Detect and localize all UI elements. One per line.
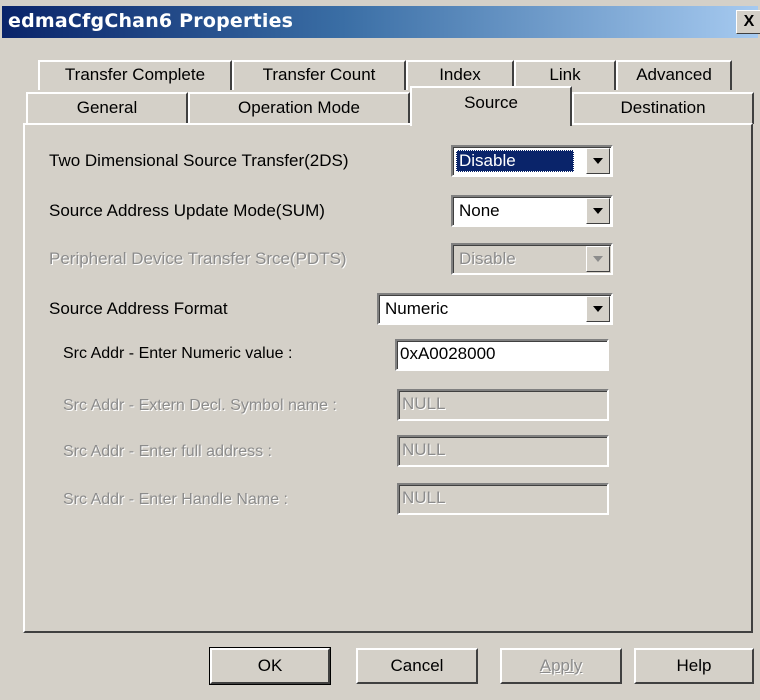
sum-value: None	[459, 201, 500, 220]
tab-label: Index	[439, 65, 481, 84]
properties-dialog: edmaCfgChan6 Properties X Transfer Compl…	[0, 0, 760, 700]
sum-select[interactable]: None	[451, 195, 613, 227]
tab-label: Transfer Complete	[64, 65, 206, 84]
handle-name-input: NULL	[397, 483, 609, 515]
chevron-down-icon[interactable]	[586, 148, 610, 174]
chevron-down-icon[interactable]	[586, 198, 610, 224]
help-button[interactable]: Help	[634, 648, 754, 684]
tab-transfer-count[interactable]: Transfer Count	[232, 60, 406, 90]
tab-operation-mode[interactable]: Operation Mode	[188, 92, 410, 124]
tab-label: Source	[464, 93, 518, 112]
sum-label: Source Address Update Mode(SUM)	[49, 201, 325, 220]
format-select[interactable]: Numeric	[377, 293, 613, 325]
tab-destination[interactable]: Destination	[572, 92, 754, 124]
extern-label: Src Addr - Extern Decl. Symbol name :	[63, 397, 337, 414]
window-title: edmaCfgChan6 Properties	[8, 10, 294, 32]
handle-name-label: Src Addr - Enter Handle Name :	[63, 491, 288, 508]
tab-label: Transfer Count	[262, 65, 376, 84]
format-label: Source Address Format	[49, 299, 228, 318]
tab-label: Advanced	[636, 65, 712, 84]
numeric-address-input[interactable]: 0xA0028000	[395, 339, 609, 371]
title-bar[interactable]: edmaCfgChan6 Properties X	[2, 6, 760, 38]
format-value: Numeric	[385, 299, 449, 318]
close-button[interactable]: X	[736, 10, 760, 34]
close-icon: X	[743, 13, 755, 30]
numeric-label: Src Addr - Enter Numeric value :	[63, 345, 293, 362]
tab-label: Operation Mode	[238, 98, 360, 117]
tab-advanced[interactable]: Advanced	[616, 60, 732, 90]
chevron-down-icon	[586, 246, 610, 272]
tab-transfer-complete[interactable]: Transfer Complete	[38, 60, 232, 90]
chevron-down-icon[interactable]	[586, 296, 610, 322]
full-address-label: Src Addr - Enter full address :	[63, 443, 272, 460]
tab-label: General	[76, 98, 138, 117]
apply-label: Apply	[539, 656, 583, 675]
pdts-select: Disable	[451, 243, 613, 275]
pdts-label: Peripheral Device Transfer Srce(PDTS)	[49, 249, 347, 268]
pdts-value: Disable	[459, 249, 516, 268]
tab-label: Destination	[620, 98, 706, 117]
tab-general[interactable]: General	[26, 92, 188, 124]
two-dim-label: Two Dimensional Source Transfer(2DS)	[49, 151, 349, 170]
full-address-input: NULL	[397, 435, 609, 467]
cancel-button[interactable]: Cancel	[356, 648, 478, 684]
apply-button: Apply	[500, 648, 622, 684]
ok-button[interactable]: OK	[209, 647, 331, 685]
tab-label: Link	[549, 65, 581, 84]
tab-source[interactable]: Source	[410, 86, 572, 126]
two-dim-value: Disable	[456, 150, 574, 172]
two-dim-select[interactable]: Disable	[451, 145, 613, 177]
extern-symbol-input: NULL	[397, 389, 609, 421]
source-tab-panel: Two Dimensional Source Transfer(2DS) Dis…	[23, 123, 753, 633]
